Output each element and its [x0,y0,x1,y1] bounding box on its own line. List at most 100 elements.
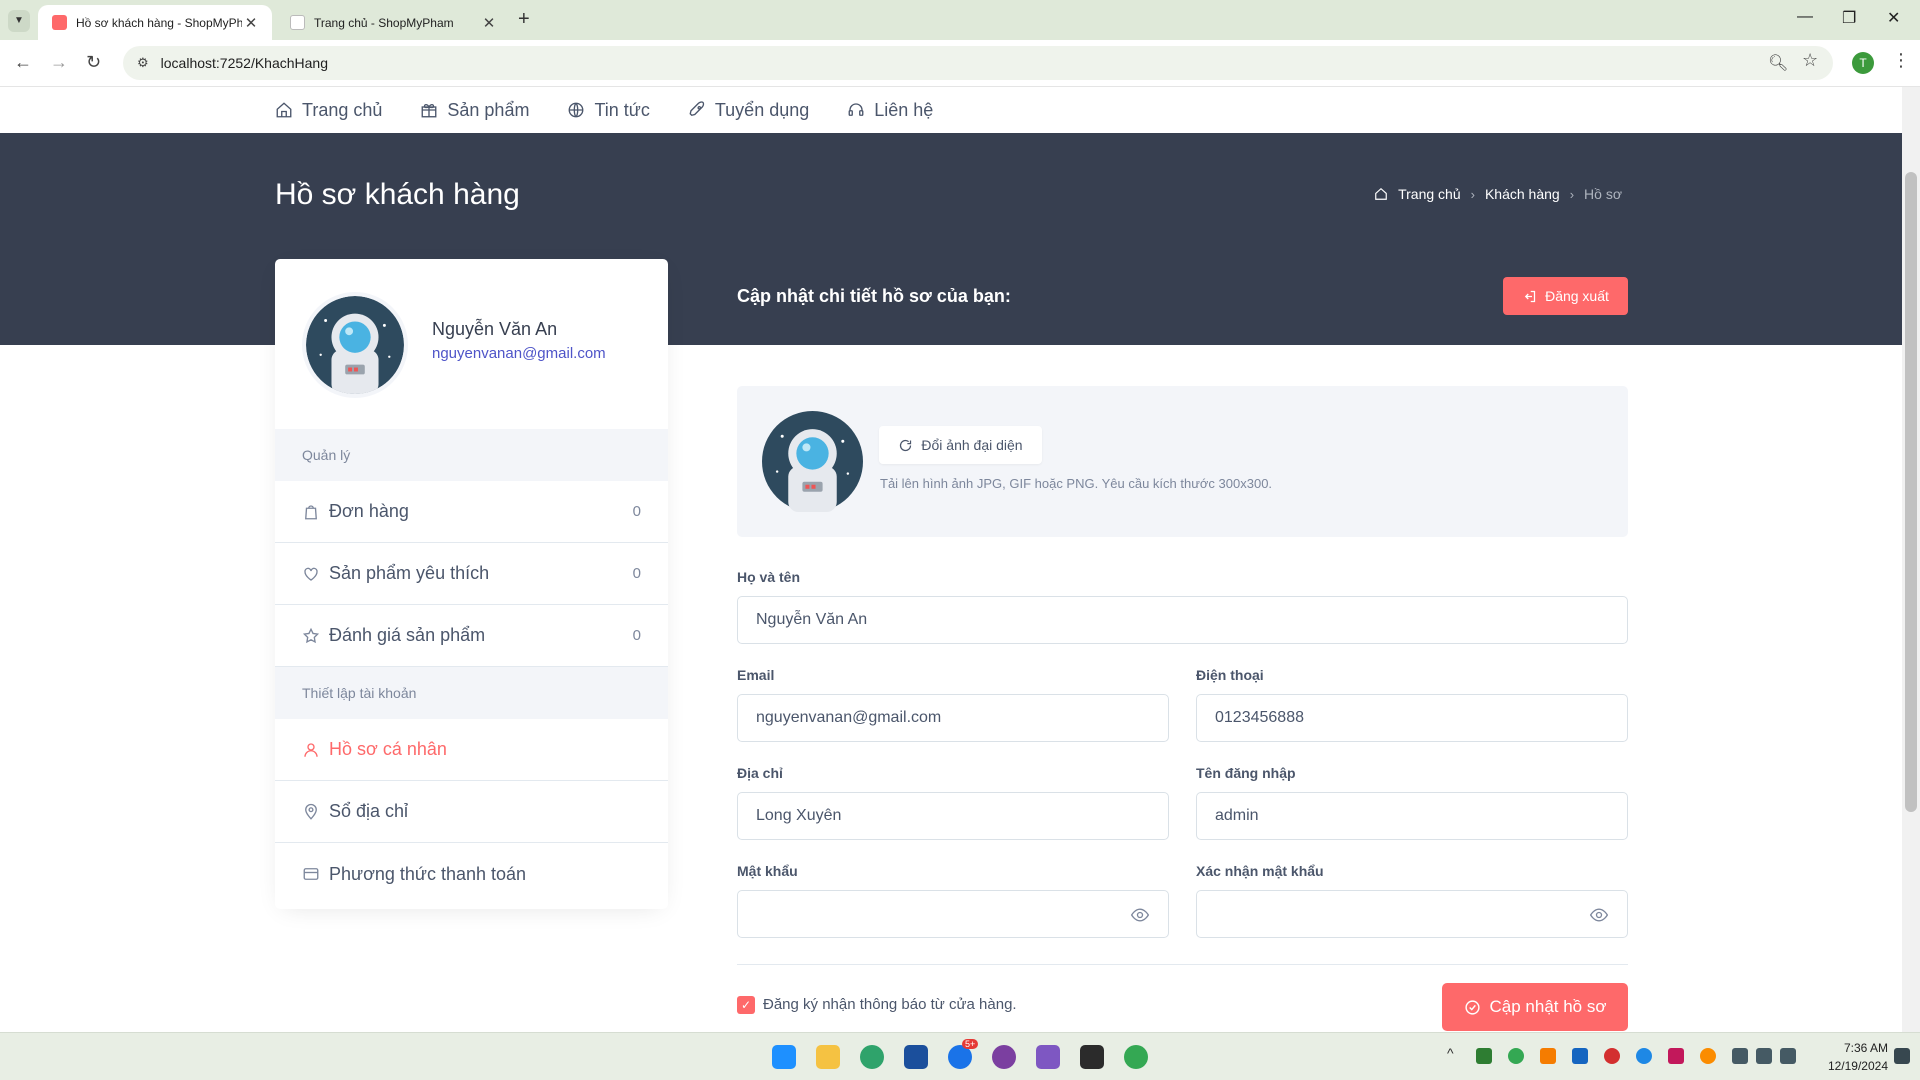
eye-icon[interactable] [1130,905,1150,925]
notifications-icon[interactable] [1894,1048,1910,1064]
chevron-right-icon: › [1470,186,1475,202]
email-input[interactable]: nguyenvanan@gmail.com [737,694,1169,742]
url-text: localhost:7252/KhachHang [160,55,328,71]
sidebar-item-label: Sản phẩm yêu thích [329,563,490,583]
tab-search-button[interactable]: ▼ [8,10,30,32]
clock-date[interactable]: 12/19/2024 [1812,1059,1888,1073]
new-tab-button[interactable]: + [518,8,530,31]
tab-title: Trang chủ - ShopMyPham [314,15,454,30]
confirm-password-label: Xác nhận mật khẩu [1196,863,1324,879]
minimize-icon[interactable]: — [1797,8,1813,26]
sidebar-item-wishlist[interactable]: Sản phẩm yêu thích 0 [275,543,668,605]
update-profile-label: Cập nhật hồ sơ [1489,997,1607,1016]
clock-time[interactable]: 7:36 AM [1818,1041,1888,1055]
network-icon[interactable] [1732,1048,1748,1064]
sidebar-item-orders[interactable]: Đơn hàng 0 [275,481,668,543]
sidebar-item-payment[interactable]: Phương thức thanh toán [275,843,668,905]
nav-news[interactable]: Tin tức [567,99,650,121]
v-tray-icon[interactable] [1668,1048,1684,1064]
windows-taskbar: 5+ ^ 7:36 AM 12/19/2024 [0,1032,1920,1080]
store-icon[interactable] [904,1045,928,1069]
nav-careers[interactable]: Tuyển dụng [688,100,809,121]
sidebar-item-reviews[interactable]: Đánh giá sản phẩm 0 [275,605,668,667]
file-explorer-icon[interactable] [816,1045,840,1069]
scrollbar-thumb[interactable] [1905,172,1917,812]
restore-icon[interactable]: ❐ [1842,8,1856,28]
astronaut-avatar-icon [306,296,404,394]
logout-button[interactable]: Đăng xuất [1503,277,1628,315]
customer-email: nguyenvanan@gmail.com [432,345,606,362]
fullname-input[interactable]: Nguyễn Văn An [737,596,1628,644]
account-sidebar: Nguyễn Văn An nguyenvanan@gmail.com Quản… [275,259,668,909]
rocket-icon [689,101,705,116]
page-scrollbar[interactable] [1902,87,1920,1032]
page-title: Hồ sơ khách hàng [275,178,520,211]
bookmark-star-icon[interactable]: ☆ [1802,50,1818,71]
browser-tab-active[interactable]: Hồ sơ khách hàng - ShopMyPh ✕ [38,5,272,40]
nav-label: Sản phẩm [447,99,530,120]
profile-avatar[interactable]: T [1852,52,1874,74]
confirm-password-input[interactable] [1196,890,1628,938]
cloud-tray-icon[interactable] [1700,1048,1716,1064]
item-count: 0 [632,503,641,520]
item-count: 0 [632,565,641,582]
username-label: Tên đăng nhập [1196,765,1296,781]
visual-studio-icon[interactable] [1036,1045,1060,1069]
newsletter-checkbox[interactable]: ✓ [737,996,755,1014]
browser-tab-inactive[interactable]: Trang chủ - ShopMyPham ✕ [276,5,510,40]
section-manage: Quản lý [275,429,668,481]
battery-icon[interactable] [1780,1048,1796,1064]
github-desktop-icon[interactable] [992,1045,1016,1069]
breadcrumb-current: Hồ sơ [1584,186,1622,202]
username-value: admin [1215,807,1259,824]
browser-menu-icon[interactable]: ⋮ [1892,50,1910,71]
close-tab-icon[interactable]: ✕ [480,14,498,32]
tray-overflow-icon[interactable]: ^ [1447,1045,1454,1061]
breadcrumb-home[interactable]: Trang chủ [1398,186,1461,202]
reload-icon[interactable]: ↻ [86,52,101,73]
terminal-icon[interactable] [1080,1045,1104,1069]
username-input[interactable]: admin [1196,792,1628,840]
sync-tray-icon[interactable] [1604,1048,1620,1064]
heart-icon [304,567,318,581]
password-input[interactable] [737,890,1169,938]
bag-icon [305,504,317,519]
chrome-tray-icon[interactable] [1508,1048,1524,1064]
chrome-icon[interactable] [1124,1045,1148,1069]
tab-title: Hồ sơ khách hàng - ShopMyPh [76,15,242,30]
app-tray-icon[interactable] [1572,1048,1588,1064]
nvidia-icon[interactable] [1476,1048,1492,1064]
sign-out-icon [1524,290,1536,302]
site-info-icon[interactable]: ⚙ [137,55,149,71]
address-input[interactable]: Long Xuyên [737,792,1169,840]
nav-products[interactable]: Sản phẩm [420,100,529,121]
back-icon[interactable]: ← [14,52,32,73]
user-icon [304,742,318,757]
nav-label: Tin tức [594,99,650,120]
nav-home[interactable]: Trang chủ [275,100,382,121]
zoom-icon[interactable]: 🔍︎ [1768,53,1788,73]
update-profile-button[interactable]: Cập nhật hồ sơ [1442,983,1628,1031]
search-tool-icon[interactable] [1540,1048,1556,1064]
avatar-upload-panel: Đổi ảnh đại diện Tải lên hình ảnh JPG, G… [737,386,1628,537]
eye-icon[interactable] [1589,905,1609,925]
edge-icon[interactable] [860,1045,884,1069]
change-avatar-button[interactable]: Đổi ảnh đại diện [879,426,1042,464]
sidebar-item-addresses[interactable]: Sổ địa chỉ [275,781,668,843]
address-bar[interactable]: ⚙ localhost:7252/KhachHang [123,46,1833,80]
sidebar-item-label: Đơn hàng [329,501,409,521]
sidebar-item-profile[interactable]: Hồ sơ cá nhân [275,719,668,781]
close-window-icon[interactable]: ✕ [1887,8,1900,28]
onedrive-icon[interactable] [1636,1048,1652,1064]
breadcrumb-customer[interactable]: Khách hàng [1485,186,1560,202]
refresh-icon [900,439,912,451]
windows-start-icon[interactable] [772,1045,796,1069]
phone-input[interactable]: 0123456888 [1196,694,1628,742]
browser-toolbar: ← → ↻ ⚙ localhost:7252/KhachHang 🔍︎ ☆ T … [0,40,1920,87]
nav-contact[interactable]: Liên hệ [847,100,933,121]
forward-icon[interactable]: → [50,52,68,73]
volume-muted-icon[interactable] [1756,1048,1772,1064]
customer-name: Nguyễn Văn An [432,319,558,339]
email-label: Email [737,667,775,683]
close-tab-icon[interactable]: ✕ [242,14,260,32]
